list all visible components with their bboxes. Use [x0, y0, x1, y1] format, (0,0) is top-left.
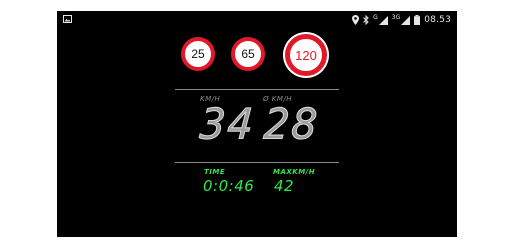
location-icon — [352, 15, 360, 25]
network-type-label-2: 3G — [391, 13, 401, 21]
current-speed-value: 34 — [198, 100, 257, 150]
signal-icon — [378, 15, 388, 25]
elapsed-time-value: 0:0:46 — [203, 177, 255, 195]
battery-icon — [414, 15, 421, 25]
bluetooth-icon — [363, 15, 369, 25]
elapsed-time-label: TIME — [204, 168, 226, 176]
average-speed-value: 28 — [262, 100, 321, 150]
network-type-label: G — [373, 13, 378, 21]
divider-bottom — [175, 162, 339, 163]
image-icon — [63, 15, 72, 26]
status-bar: G 3G 08.53 — [57, 11, 457, 29]
max-speed-value: 42 — [274, 177, 295, 195]
speed-limit-value: 65 — [241, 47, 255, 61]
speed-limit-signs: 25 65 120 — [57, 34, 457, 84]
speed-limit-sign-25[interactable]: 25 — [181, 37, 215, 71]
max-speed-label: MAXKM/H — [273, 168, 316, 176]
signal-icon-2 — [401, 15, 411, 25]
divider-top — [175, 89, 339, 90]
speed-limit-sign-120[interactable]: 120 — [285, 34, 327, 76]
app-screen: G 3G 08.53 25 65 120 KM/H Ø KM/H 34 28 T… — [57, 11, 457, 237]
clock-time: 08.53 — [424, 15, 451, 25]
speed-limit-value: 120 — [295, 47, 317, 63]
speed-limit-sign-65[interactable]: 65 — [231, 37, 265, 71]
speed-limit-value: 25 — [191, 47, 205, 61]
